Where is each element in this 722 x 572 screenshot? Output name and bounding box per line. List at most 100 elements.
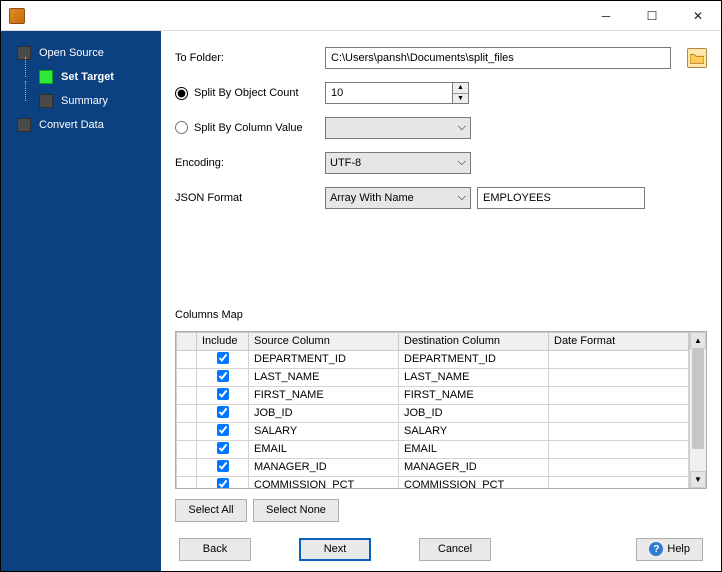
scroll-thumb[interactable] bbox=[692, 349, 704, 449]
include-checkbox[interactable] bbox=[217, 388, 229, 400]
table-scrollbar[interactable]: ▲ ▼ bbox=[689, 332, 706, 488]
column-header-date-format[interactable]: Date Format bbox=[549, 332, 689, 350]
destination-cell[interactable]: FIRST_NAME bbox=[399, 386, 549, 404]
to-folder-input[interactable] bbox=[325, 47, 671, 69]
source-cell[interactable]: SALARY bbox=[249, 422, 399, 440]
spin-down-icon[interactable]: ▼ bbox=[453, 94, 468, 104]
wizard-sidebar: Open Source Set Target Summary Convert D… bbox=[1, 31, 161, 571]
include-checkbox[interactable] bbox=[217, 460, 229, 472]
dateformat-cell[interactable] bbox=[549, 404, 689, 422]
dateformat-cell[interactable] bbox=[549, 350, 689, 368]
column-header-include[interactable]: Include bbox=[197, 332, 249, 350]
source-cell[interactable]: JOB_ID bbox=[249, 404, 399, 422]
columns-map-label: Columns Map bbox=[175, 309, 707, 321]
table-row[interactable]: FIRST_NAMEFIRST_NAME bbox=[177, 386, 689, 404]
row-handle[interactable] bbox=[177, 458, 197, 476]
nav-label: Set Target bbox=[61, 71, 114, 83]
row-handle[interactable] bbox=[177, 368, 197, 386]
table-row[interactable]: JOB_IDJOB_ID bbox=[177, 404, 689, 422]
destination-cell[interactable]: SALARY bbox=[399, 422, 549, 440]
row-handle[interactable] bbox=[177, 476, 197, 488]
chevron-down-icon: ⌵ bbox=[458, 121, 466, 134]
nav-label: Convert Data bbox=[39, 119, 104, 131]
destination-cell[interactable]: LAST_NAME bbox=[399, 368, 549, 386]
row-handle[interactable] bbox=[177, 422, 197, 440]
include-checkbox[interactable] bbox=[217, 424, 229, 436]
folder-icon bbox=[690, 52, 704, 64]
destination-cell[interactable]: MANAGER_ID bbox=[399, 458, 549, 476]
select-none-button[interactable]: Select None bbox=[253, 499, 339, 522]
nav-label: Open Source bbox=[39, 47, 104, 59]
table-row[interactable]: MANAGER_IDMANAGER_ID bbox=[177, 458, 689, 476]
maximize-button[interactable]: ☐ bbox=[629, 1, 675, 31]
browse-folder-button[interactable] bbox=[687, 48, 707, 68]
object-count-spinner[interactable]: ▲▼ bbox=[325, 82, 469, 104]
nav-open-source[interactable]: Open Source bbox=[5, 41, 157, 65]
table-row[interactable]: EMAILEMAIL bbox=[177, 440, 689, 458]
table-row[interactable]: COMMISSION_PCTCOMMISSION_PCT bbox=[177, 476, 689, 488]
json-name-input[interactable] bbox=[477, 187, 645, 209]
dateformat-cell[interactable] bbox=[549, 386, 689, 404]
column-header-source[interactable]: Source Column bbox=[249, 332, 399, 350]
title-bar: ─ ☐ ✕ bbox=[1, 1, 721, 31]
destination-cell[interactable]: JOB_ID bbox=[399, 404, 549, 422]
row-header-blank[interactable] bbox=[177, 332, 197, 350]
table-row[interactable]: LAST_NAMELAST_NAME bbox=[177, 368, 689, 386]
include-checkbox[interactable] bbox=[217, 406, 229, 418]
step-marker-icon bbox=[39, 70, 53, 84]
scroll-down-icon[interactable]: ▼ bbox=[690, 471, 706, 488]
split-by-column-radio[interactable] bbox=[175, 121, 188, 134]
nav-set-target[interactable]: Set Target bbox=[5, 65, 157, 89]
help-button[interactable]: ? Help bbox=[636, 538, 703, 561]
next-button[interactable]: Next bbox=[299, 538, 371, 561]
json-format-dropdown[interactable]: Array With Name ⌵ bbox=[325, 187, 471, 209]
row-handle[interactable] bbox=[177, 404, 197, 422]
encoding-dropdown[interactable]: UTF-8 ⌵ bbox=[325, 152, 471, 174]
nav-label: Summary bbox=[61, 95, 108, 107]
source-cell[interactable]: EMAIL bbox=[249, 440, 399, 458]
help-label: Help bbox=[667, 543, 690, 555]
include-checkbox[interactable] bbox=[217, 352, 229, 364]
destination-cell[interactable]: COMMISSION_PCT bbox=[399, 476, 549, 488]
nav-convert-data[interactable]: Convert Data bbox=[5, 113, 157, 137]
scroll-up-icon[interactable]: ▲ bbox=[690, 332, 706, 349]
to-folder-label: To Folder: bbox=[175, 52, 319, 64]
split-by-column-label: Split By Column Value bbox=[194, 122, 303, 134]
include-checkbox[interactable] bbox=[217, 478, 229, 488]
row-handle[interactable] bbox=[177, 386, 197, 404]
close-button[interactable]: ✕ bbox=[675, 1, 721, 31]
row-handle[interactable] bbox=[177, 350, 197, 368]
row-handle[interactable] bbox=[177, 440, 197, 458]
dateformat-cell[interactable] bbox=[549, 368, 689, 386]
source-cell[interactable]: MANAGER_ID bbox=[249, 458, 399, 476]
dateformat-cell[interactable] bbox=[549, 476, 689, 488]
include-checkbox[interactable] bbox=[217, 370, 229, 382]
dropdown-value: Array With Name bbox=[330, 192, 414, 204]
source-cell[interactable]: COMMISSION_PCT bbox=[249, 476, 399, 488]
spin-up-icon[interactable]: ▲ bbox=[453, 83, 468, 94]
split-by-object-label: Split By Object Count bbox=[194, 87, 299, 99]
include-checkbox[interactable] bbox=[217, 442, 229, 454]
dateformat-cell[interactable] bbox=[549, 422, 689, 440]
dropdown-value: UTF-8 bbox=[330, 157, 361, 169]
destination-cell[interactable]: EMAIL bbox=[399, 440, 549, 458]
split-by-object-radio[interactable] bbox=[175, 87, 188, 100]
step-marker-icon bbox=[17, 118, 31, 132]
split-by-column-dropdown[interactable]: ⌵ bbox=[325, 117, 471, 139]
destination-cell[interactable]: DEPARTMENT_ID bbox=[399, 350, 549, 368]
minimize-button[interactable]: ─ bbox=[583, 1, 629, 31]
table-row[interactable]: DEPARTMENT_IDDEPARTMENT_ID bbox=[177, 350, 689, 368]
select-all-button[interactable]: Select All bbox=[175, 499, 247, 522]
dateformat-cell[interactable] bbox=[549, 440, 689, 458]
column-header-destination[interactable]: Destination Column bbox=[399, 332, 549, 350]
json-format-label: JSON Format bbox=[175, 192, 319, 204]
table-row[interactable]: SALARYSALARY bbox=[177, 422, 689, 440]
back-button[interactable]: Back bbox=[179, 538, 251, 561]
dateformat-cell[interactable] bbox=[549, 458, 689, 476]
object-count-input[interactable] bbox=[325, 82, 453, 104]
source-cell[interactable]: DEPARTMENT_ID bbox=[249, 350, 399, 368]
source-cell[interactable]: LAST_NAME bbox=[249, 368, 399, 386]
nav-summary[interactable]: Summary bbox=[5, 89, 157, 113]
source-cell[interactable]: FIRST_NAME bbox=[249, 386, 399, 404]
cancel-button[interactable]: Cancel bbox=[419, 538, 491, 561]
